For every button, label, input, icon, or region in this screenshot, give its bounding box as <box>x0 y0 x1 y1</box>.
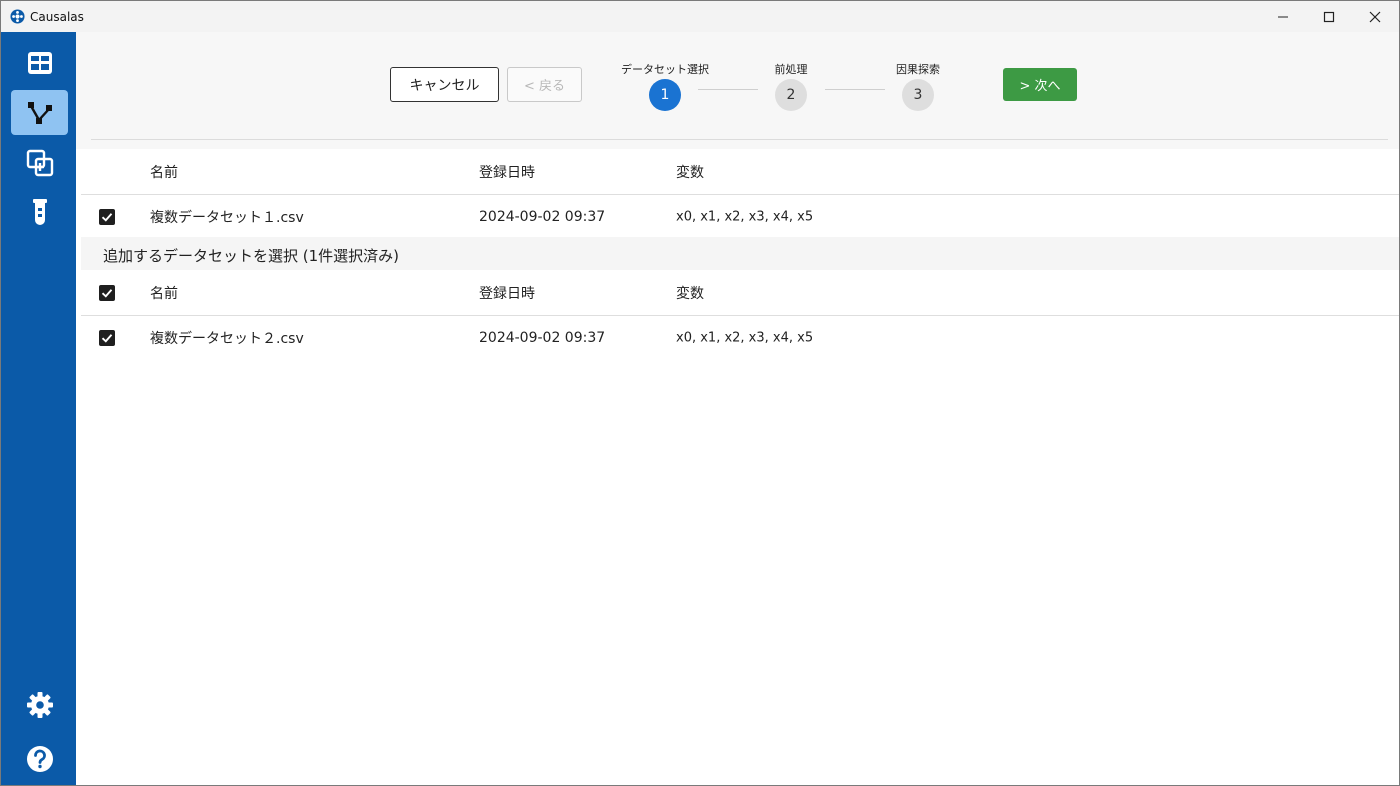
step-label-1: データセット選択 <box>621 63 709 76</box>
app-logo-icon <box>10 9 25 24</box>
checkmark-icon <box>101 288 113 298</box>
close-icon <box>1369 11 1381 22</box>
step-indicator-1: 1 <box>649 79 681 111</box>
wizard-header: キャンセル < 戻る データセット選択 1 前処理 2 因果探索 3 > 次へ <box>76 32 1399 149</box>
title-bar: Causalas <box>1 1 1399 32</box>
help-icon <box>26 745 53 772</box>
checkmark-icon <box>101 212 113 222</box>
sidebar-item-help[interactable] <box>11 736 68 781</box>
next-button[interactable]: > 次へ <box>1003 68 1077 101</box>
column-header-date: 登録日時 <box>479 164 535 181</box>
minimize-button[interactable] <box>1260 1 1306 32</box>
sidebar-item-settings[interactable] <box>11 682 68 727</box>
column-header-name: 名前 <box>150 285 178 302</box>
primary-table-header: 名前 登録日時 変数 <box>81 149 1399 195</box>
step-label-3: 因果探索 <box>896 63 940 76</box>
cancel-button[interactable]: キャンセル <box>390 67 499 102</box>
sidebar <box>1 32 76 785</box>
close-button[interactable] <box>1352 1 1398 32</box>
sidebar-item-experiment[interactable] <box>11 190 68 235</box>
select-all-checkbox[interactable] <box>99 284 115 301</box>
step-indicator-3: 3 <box>902 79 934 111</box>
step-label-2: 前処理 <box>774 63 808 76</box>
row-checkbox[interactable] <box>99 329 115 346</box>
causal-graph-icon <box>27 101 52 124</box>
gear-icon <box>26 691 53 718</box>
dataset-variables: x0, x1, x2, x3, x4, x5 <box>676 330 814 345</box>
maximize-icon <box>1323 11 1335 22</box>
table-row[interactable]: 複数データセット１.csv 2024-09-02 09:37 x0, x1, x… <box>81 195 1399 238</box>
dataset-date: 2024-09-02 09:37 <box>479 329 606 346</box>
dataset-name: 複数データセット１.csv <box>150 209 304 226</box>
row-checkbox[interactable] <box>99 208 115 225</box>
section-title: 追加するデータセットを選択 (1件選択済み) <box>103 247 400 265</box>
step-indicator-2: 2 <box>775 79 807 111</box>
divider <box>91 139 1388 140</box>
table-row[interactable]: 複数データセット２.csv 2024-09-02 09:37 x0, x1, x… <box>81 316 1399 359</box>
back-button[interactable]: < 戻る <box>507 67 582 102</box>
dataset-variables: x0, x1, x2, x3, x4, x5 <box>676 209 814 224</box>
minimize-icon <box>1278 16 1288 17</box>
main-content: キャンセル < 戻る データセット選択 1 前処理 2 因果探索 3 > 次へ … <box>76 32 1399 785</box>
sidebar-item-datasets[interactable] <box>11 40 68 85</box>
sidebar-item-causal-discovery[interactable] <box>11 90 68 135</box>
column-header-variables: 変数 <box>676 285 704 302</box>
maximize-button[interactable] <box>1306 1 1352 32</box>
column-header-date: 登録日時 <box>479 285 535 302</box>
column-header-variables: 変数 <box>676 164 704 181</box>
additional-section-header: 追加するデータセットを選択 (1件選択済み) <box>81 237 1399 270</box>
table-grid-icon <box>27 51 52 74</box>
step-connector <box>825 89 885 90</box>
app-title: Causalas <box>30 10 84 24</box>
compare-icon <box>26 149 53 176</box>
additional-table-header: 名前 登録日時 変数 <box>81 270 1399 316</box>
step-connector <box>698 89 758 90</box>
dataset-name: 複数データセット２.csv <box>150 330 304 347</box>
column-header-name: 名前 <box>150 164 178 181</box>
checkmark-icon <box>101 333 113 343</box>
app-window: Causalas キャンセル < 戻る データセット選択 1 前処理 2 因果探… <box>0 0 1400 786</box>
dataset-date: 2024-09-02 09:37 <box>479 208 606 225</box>
sidebar-item-compare[interactable] <box>11 140 68 185</box>
flask-icon <box>32 198 47 225</box>
